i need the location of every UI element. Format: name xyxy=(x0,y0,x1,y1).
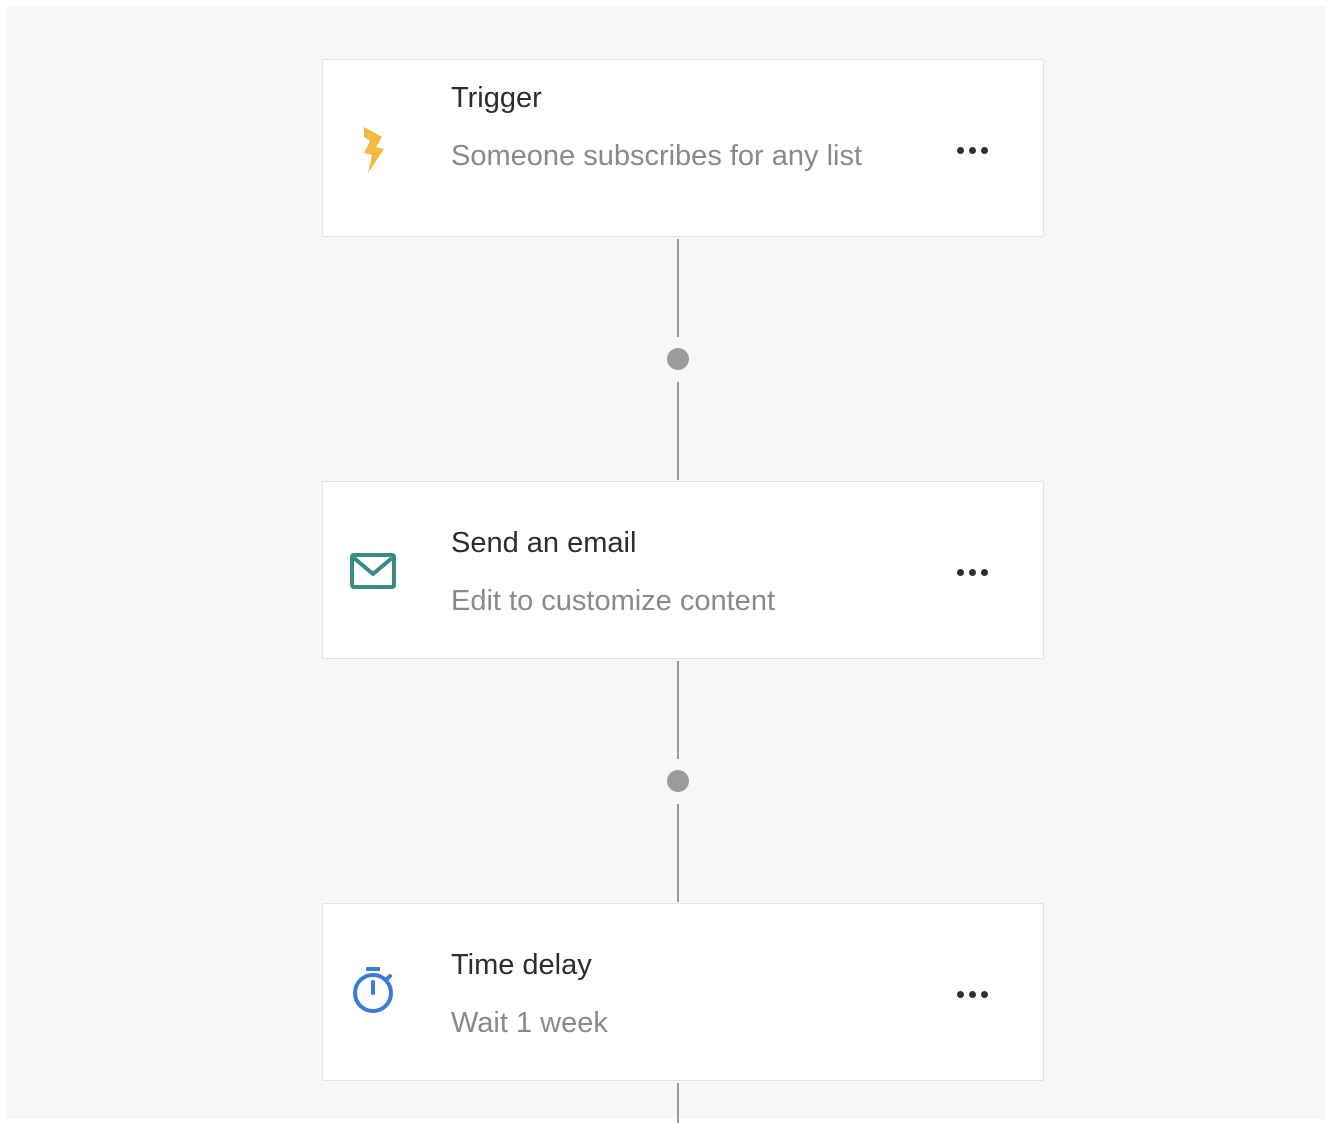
workflow-step-send-email[interactable]: Send an email Edit to customize content xyxy=(322,481,1044,659)
ellipsis-icon xyxy=(956,568,964,576)
lightning-icon xyxy=(349,126,397,174)
step-description: Wait 1 week xyxy=(451,1007,608,1039)
workflow-step-time-delay[interactable]: Time delay Wait 1 week xyxy=(322,903,1044,1081)
add-step-point[interactable] xyxy=(667,770,689,792)
more-options-button[interactable] xyxy=(943,130,1001,170)
ellipsis-icon xyxy=(956,146,964,154)
stopwatch-icon xyxy=(349,966,397,1014)
ellipsis-icon xyxy=(956,990,964,998)
step-description: Someone subscribes for any list xyxy=(451,140,863,172)
step-description: Edit to customize content xyxy=(451,585,775,617)
more-options-button[interactable] xyxy=(943,974,1001,1014)
connector-line xyxy=(677,1083,679,1123)
workflow-canvas: Trigger Someone subscribes for any list … xyxy=(6,6,1325,1123)
connector-line xyxy=(677,804,679,902)
step-title: Time delay xyxy=(451,949,592,981)
more-options-button[interactable] xyxy=(943,552,1001,592)
add-step-point[interactable] xyxy=(667,348,689,370)
step-title: Trigger xyxy=(451,82,542,114)
connector-line xyxy=(677,382,679,480)
workflow-step-trigger[interactable]: Trigger Someone subscribes for any list xyxy=(322,59,1044,237)
connector-line xyxy=(677,239,679,337)
envelope-icon xyxy=(349,547,397,595)
connector-line xyxy=(677,661,679,759)
step-title: Send an email xyxy=(451,527,637,559)
